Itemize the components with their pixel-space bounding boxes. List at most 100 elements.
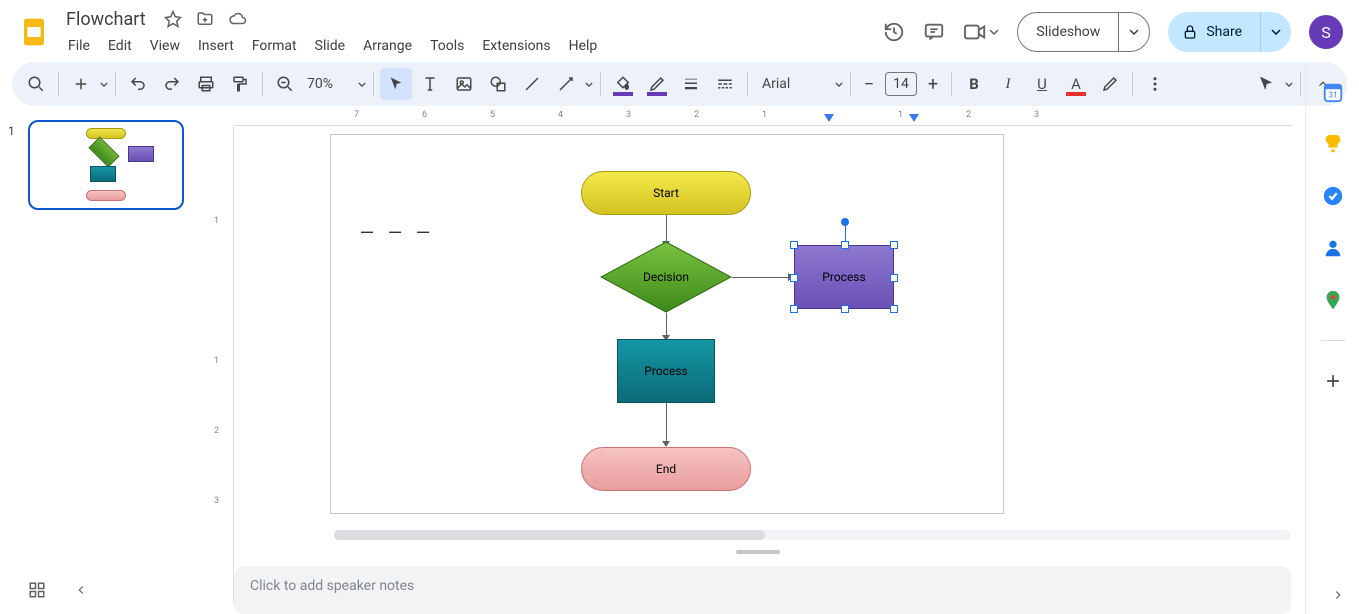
share-dropdown[interactable] xyxy=(1261,12,1291,52)
slide-canvas[interactable]: — — — Start Decision Process xyxy=(330,134,1004,514)
speaker-notes[interactable]: Click to add speaker notes xyxy=(234,566,1291,614)
new-slide-button[interactable] xyxy=(65,68,97,100)
hscroll-thumb[interactable] xyxy=(334,530,765,540)
contacts-icon[interactable] xyxy=(1321,236,1345,260)
font-size-increase[interactable]: + xyxy=(921,72,945,96)
slide-thumbnail-1[interactable] xyxy=(28,120,184,210)
dash-marks: — — — xyxy=(361,219,431,243)
underline-button[interactable]: U xyxy=(1026,68,1058,100)
print-button[interactable] xyxy=(190,68,222,100)
font-size-decrease[interactable]: − xyxy=(857,72,881,96)
star-icon[interactable] xyxy=(164,10,182,28)
grid-view-button[interactable] xyxy=(28,581,46,599)
share-button[interactable]: Share xyxy=(1168,12,1261,52)
canvas-area[interactable]: 7 6 5 4 3 2 1 1 2 3 1 1 2 3 — — — Start xyxy=(210,108,1305,614)
zoom-level[interactable]: 70% xyxy=(303,76,337,92)
move-icon[interactable] xyxy=(196,10,214,28)
menu-tools[interactable]: Tools xyxy=(422,34,472,58)
doc-title[interactable]: Flowchart xyxy=(60,7,152,32)
slides-app-icon[interactable] xyxy=(16,14,52,50)
font-family-dropdown[interactable] xyxy=(834,82,844,87)
undo-button[interactable] xyxy=(122,68,154,100)
tasks-icon[interactable] xyxy=(1321,184,1345,208)
flowchart-process-right-shape[interactable]: Process xyxy=(794,245,894,309)
ruler-marker-right[interactable] xyxy=(909,114,919,122)
menu-bar: File Edit View Insert Format Slide Arran… xyxy=(60,34,883,58)
image-tool[interactable] xyxy=(448,68,480,100)
italic-button[interactable]: I xyxy=(992,68,1024,100)
slide-number: 1 xyxy=(8,120,20,210)
ruler-vertical[interactable]: 1 1 2 3 xyxy=(210,126,234,602)
ruler-horizontal[interactable]: 7 6 5 4 3 2 1 1 2 3 xyxy=(234,108,1293,126)
flowchart-start-shape[interactable]: Start xyxy=(581,171,751,215)
cloud-status-icon[interactable] xyxy=(228,10,248,28)
calendar-icon[interactable]: 31 xyxy=(1321,80,1345,104)
account-avatar[interactable]: S xyxy=(1309,15,1343,49)
resize-handle-sw[interactable] xyxy=(790,305,798,313)
menu-file[interactable]: File xyxy=(60,34,98,58)
side-panel: 31 xyxy=(1305,64,1359,614)
meet-icon[interactable] xyxy=(963,21,999,43)
lock-icon xyxy=(1182,24,1198,40)
toolbar: 70% Arial − + B I U A xyxy=(12,62,1347,106)
menu-extensions[interactable]: Extensions xyxy=(474,34,558,58)
slideshow-dropdown[interactable] xyxy=(1119,13,1149,51)
menu-view[interactable]: View xyxy=(142,34,188,58)
share-button-group: Share xyxy=(1168,12,1291,52)
menu-arrange[interactable]: Arrange xyxy=(355,34,420,58)
resize-handle-s[interactable] xyxy=(841,305,849,313)
menu-slide[interactable]: Slide xyxy=(307,34,353,58)
border-weight-button[interactable] xyxy=(675,68,707,100)
flowchart-process-down-shape[interactable]: Process xyxy=(617,339,715,403)
menu-format[interactable]: Format xyxy=(244,34,305,58)
flowchart-end-shape[interactable]: End xyxy=(581,447,751,491)
bold-button[interactable]: B xyxy=(958,68,990,100)
flowchart-decision-shape[interactable]: Decision xyxy=(600,241,732,313)
slideshow-button-group: Slideshow xyxy=(1017,12,1150,52)
prev-slide-button[interactable] xyxy=(74,583,88,597)
history-icon[interactable] xyxy=(883,21,905,43)
more-tools-button[interactable] xyxy=(1139,68,1171,100)
resize-handle-n[interactable] xyxy=(841,241,849,249)
slide-panel: 1 xyxy=(0,108,210,614)
menu-help[interactable]: Help xyxy=(561,34,606,58)
font-family-select[interactable]: Arial xyxy=(754,76,814,92)
redo-button[interactable] xyxy=(156,68,188,100)
resize-handle-e[interactable] xyxy=(890,274,898,282)
search-menus-button[interactable] xyxy=(20,68,52,100)
resize-handle-nw[interactable] xyxy=(790,241,798,249)
resize-handle-w[interactable] xyxy=(790,274,798,282)
textbox-tool[interactable] xyxy=(414,68,446,100)
resize-handle-ne[interactable] xyxy=(890,241,898,249)
line-tool[interactable] xyxy=(516,68,548,100)
menu-edit[interactable]: Edit xyxy=(100,34,140,58)
select-tool[interactable] xyxy=(380,68,412,100)
highlight-button[interactable] xyxy=(1094,68,1126,100)
zoom-dropdown[interactable] xyxy=(357,82,367,87)
svg-text:31: 31 xyxy=(1328,91,1337,101)
editing-mode-dropdown[interactable] xyxy=(1284,82,1294,87)
border-color-button[interactable] xyxy=(641,68,673,100)
zoom-out-button[interactable] xyxy=(269,68,301,100)
notes-resize-handle[interactable] xyxy=(736,550,780,554)
shape-tool[interactable] xyxy=(482,68,514,100)
maps-icon[interactable] xyxy=(1321,288,1345,312)
horizontal-scrollbar[interactable] xyxy=(334,530,1291,540)
ruler-marker-left[interactable] xyxy=(824,114,834,122)
keep-icon[interactable] xyxy=(1321,132,1345,156)
menu-insert[interactable]: Insert xyxy=(190,34,242,58)
editing-mode-button[interactable] xyxy=(1250,68,1282,100)
font-size-input[interactable] xyxy=(885,72,917,96)
addons-icon[interactable] xyxy=(1321,369,1345,393)
resize-handle-se[interactable] xyxy=(890,305,898,313)
connector-tool[interactable] xyxy=(550,68,582,100)
text-color-button[interactable]: A xyxy=(1060,68,1092,100)
fill-color-button[interactable] xyxy=(607,68,639,100)
slideshow-button[interactable]: Slideshow xyxy=(1018,13,1119,51)
comments-icon[interactable] xyxy=(923,21,945,43)
border-dash-button[interactable] xyxy=(709,68,741,100)
paint-format-button[interactable] xyxy=(224,68,256,100)
hide-sidepanel-button[interactable] xyxy=(1331,588,1345,602)
line-dropdown[interactable] xyxy=(584,82,594,87)
new-slide-dropdown[interactable] xyxy=(99,82,109,87)
